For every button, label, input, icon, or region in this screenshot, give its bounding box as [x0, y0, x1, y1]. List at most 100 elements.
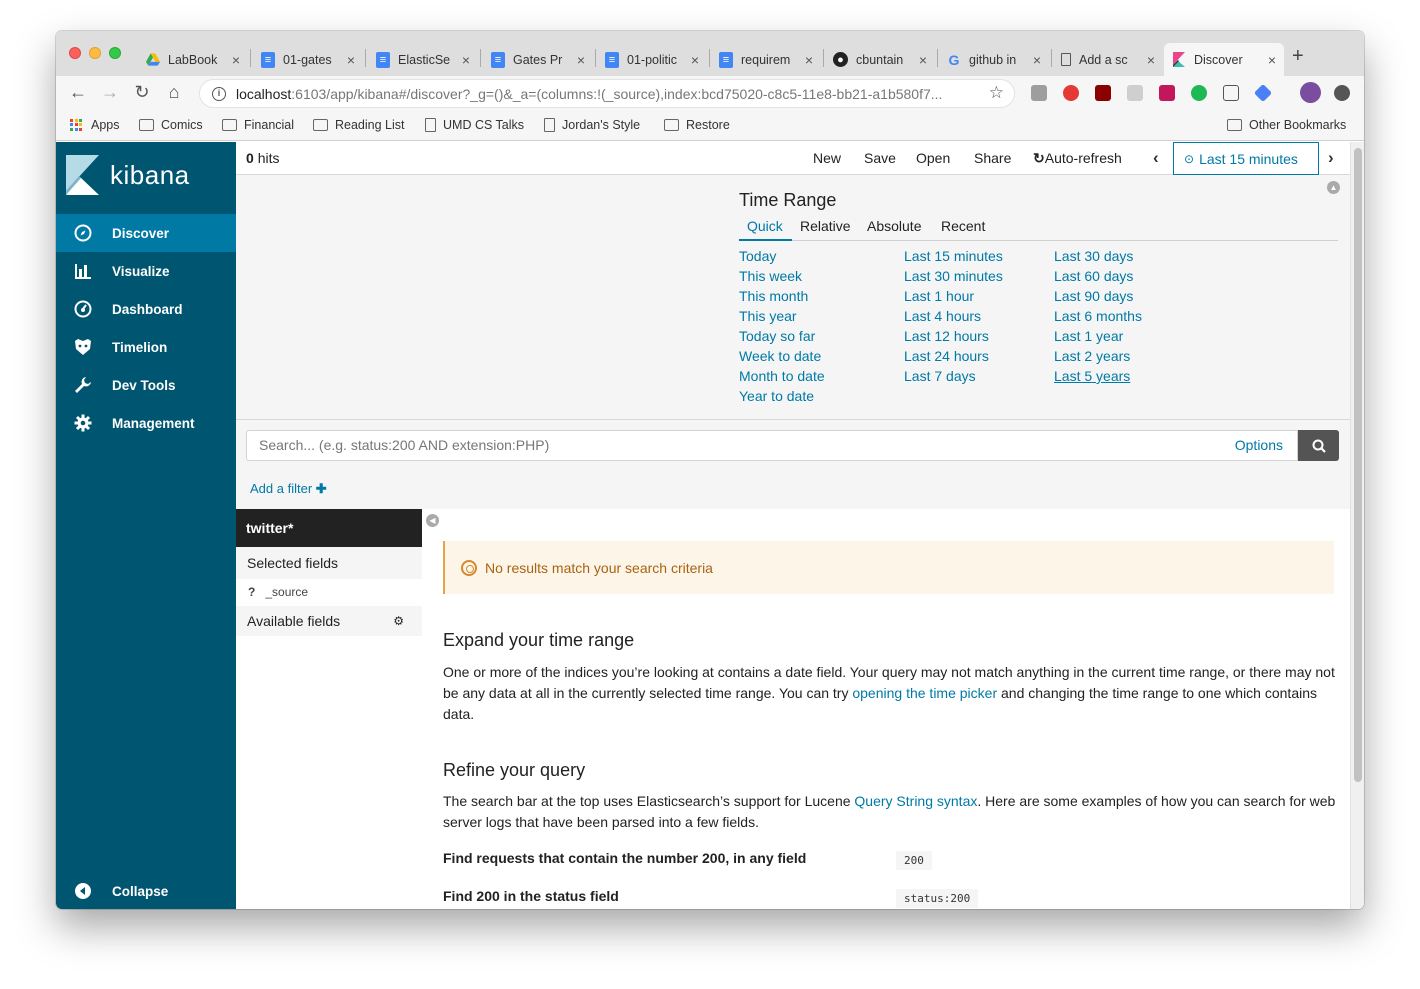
address-bar[interactable]: i localhost:6103/app/kibana#/discover?_g…: [199, 79, 1015, 108]
collapse-up-icon[interactable]: ▲: [1327, 181, 1340, 194]
quick-range-link[interactable]: This year: [739, 306, 825, 326]
quick-range-link[interactable]: This month: [739, 286, 825, 306]
update-icon[interactable]: [1334, 85, 1350, 101]
time-picker-button[interactable]: ⊙ Last 15 minutes: [1173, 142, 1319, 175]
tab-quick[interactable]: Quick: [747, 218, 783, 234]
quick-range-link[interactable]: Last 12 hours: [904, 326, 1003, 346]
time-forward-chevron-icon[interactable]: ›: [1328, 148, 1334, 168]
browser-tab-active[interactable]: Discover ×: [1164, 43, 1284, 76]
time-back-chevron-icon[interactable]: ‹: [1153, 148, 1159, 168]
add-filter-button[interactable]: Add a filter ✚: [250, 481, 327, 497]
home-icon[interactable]: ⌂: [163, 82, 185, 103]
back-arrow-icon[interactable]: ←: [67, 82, 89, 103]
close-tab-icon[interactable]: ×: [1268, 52, 1276, 68]
quick-range-link[interactable]: Last 2 years: [1054, 346, 1142, 366]
quick-range-link[interactable]: Last 60 days: [1054, 266, 1142, 286]
quick-range-link[interactable]: Last 90 days: [1054, 286, 1142, 306]
browser-tab[interactable]: ● cbuntain ×: [825, 43, 935, 76]
extension-icon[interactable]: [1031, 85, 1047, 101]
quick-range-link[interactable]: Last 1 hour: [904, 286, 1003, 306]
share-button[interactable]: Share: [974, 150, 1011, 166]
forward-arrow-icon[interactable]: →: [99, 82, 121, 103]
quick-range-link[interactable]: Last 15 minutes: [904, 246, 1003, 266]
bookmark-page[interactable]: Jordan's Style: [544, 118, 640, 132]
page-scrollbar[interactable]: [1350, 142, 1364, 909]
close-tab-icon[interactable]: ×: [691, 52, 699, 68]
bookmark-folder[interactable]: Financial: [222, 118, 294, 132]
quick-range-link[interactable]: Last 7 days: [904, 366, 1003, 386]
new-button[interactable]: New: [813, 150, 841, 166]
bookmark-apps[interactable]: Apps: [70, 118, 120, 132]
close-tab-icon[interactable]: ×: [1147, 52, 1155, 68]
quick-range-link-hover[interactable]: Last 5 years: [1054, 366, 1142, 386]
quick-range-link[interactable]: Last 30 days: [1054, 246, 1142, 266]
quick-range-link[interactable]: Last 30 minutes: [904, 266, 1003, 286]
avatar[interactable]: [1300, 82, 1321, 103]
quick-range-link[interactable]: Today: [739, 246, 825, 266]
bookmark-page[interactable]: UMD CS Talks: [425, 118, 524, 132]
rss-icon[interactable]: [1127, 85, 1143, 101]
other-bookmarks[interactable]: Other Bookmarks: [1227, 118, 1346, 132]
gear-icon[interactable]: ⚙: [393, 606, 404, 636]
browser-tab[interactable]: ≡ requirem ×: [711, 43, 821, 76]
save-button[interactable]: Save: [864, 150, 896, 166]
close-tab-icon[interactable]: ×: [462, 52, 470, 68]
search-options-button[interactable]: Options: [1235, 431, 1283, 460]
extension-icon[interactable]: [1063, 85, 1079, 101]
bookmark-star-icon[interactable]: ☆: [989, 83, 1004, 103]
browser-tab[interactable]: ≡ ElasticSe ×: [368, 43, 478, 76]
kibana-logo[interactable]: kibana: [66, 155, 190, 195]
query-syntax-link[interactable]: Query String syntax: [854, 793, 977, 809]
quick-range-link[interactable]: This week: [739, 266, 825, 286]
time-picker-link[interactable]: opening the time picker: [852, 685, 997, 701]
collapse-sidebar-button[interactable]: Collapse: [56, 872, 236, 909]
reload-icon[interactable]: ↻: [131, 82, 153, 103]
tab-relative[interactable]: Relative: [800, 218, 851, 234]
search-input[interactable]: Search... (e.g. status:200 AND extension…: [246, 430, 1298, 461]
close-window-button[interactable]: [69, 47, 81, 59]
quick-range-link[interactable]: Month to date: [739, 366, 825, 386]
bookmark-folder[interactable]: Reading List: [313, 118, 405, 132]
quick-range-link[interactable]: Week to date: [739, 346, 825, 366]
cast-icon[interactable]: [1223, 85, 1239, 101]
nav-dashboard[interactable]: Dashboard: [56, 290, 236, 328]
browser-tab[interactable]: G github in ×: [939, 43, 1049, 76]
scrollbar-thumb[interactable]: [1354, 148, 1362, 782]
nav-dev-tools[interactable]: Dev Tools: [56, 366, 236, 404]
quick-range-link[interactable]: Last 6 months: [1054, 306, 1142, 326]
extension-icon[interactable]: [1253, 83, 1273, 103]
minimize-window-button[interactable]: [89, 47, 101, 59]
close-tab-icon[interactable]: ×: [919, 52, 927, 68]
close-tab-icon[interactable]: ×: [805, 52, 813, 68]
quick-range-link[interactable]: Last 1 year: [1054, 326, 1142, 346]
ublock-icon[interactable]: [1095, 85, 1111, 101]
close-tab-icon[interactable]: ×: [577, 52, 585, 68]
close-tab-icon[interactable]: ×: [232, 52, 240, 68]
new-tab-button[interactable]: +: [1292, 45, 1304, 68]
zoom-window-button[interactable]: [109, 47, 121, 59]
browser-tab[interactable]: ≡ 01-politic ×: [597, 43, 707, 76]
browser-tab[interactable]: Add a sc ×: [1053, 43, 1163, 76]
quick-range-link[interactable]: Last 24 hours: [904, 346, 1003, 366]
nav-visualize[interactable]: Visualize: [56, 252, 236, 290]
open-button[interactable]: Open: [916, 150, 950, 166]
quick-range-link[interactable]: Last 4 hours: [904, 306, 1003, 326]
collapse-left-icon[interactable]: ◀: [426, 514, 439, 527]
browser-tab[interactable]: ≡ Gates Pr ×: [483, 43, 593, 76]
extension-icon[interactable]: [1191, 85, 1207, 101]
field-item-source[interactable]: ? _source: [248, 585, 308, 599]
quick-range-link[interactable]: Year to date: [739, 386, 825, 406]
auto-refresh-button[interactable]: ↻Auto-refresh: [1033, 150, 1122, 167]
search-button[interactable]: [1298, 430, 1339, 461]
bookmark-folder[interactable]: Restore: [664, 118, 730, 132]
index-pattern-selector[interactable]: twitter*: [236, 509, 422, 547]
quick-range-link[interactable]: Today so far: [739, 326, 825, 346]
tab-absolute[interactable]: Absolute: [867, 218, 921, 234]
tab-recent[interactable]: Recent: [941, 218, 985, 234]
browser-tab[interactable]: LabBook ×: [138, 43, 248, 76]
nav-discover[interactable]: Discover: [56, 214, 236, 252]
browser-tab[interactable]: ≡ 01-gates ×: [253, 43, 363, 76]
bookmark-folder[interactable]: Comics: [139, 118, 203, 132]
nav-timelion[interactable]: Timelion: [56, 328, 236, 366]
nav-management[interactable]: Management: [56, 404, 236, 442]
